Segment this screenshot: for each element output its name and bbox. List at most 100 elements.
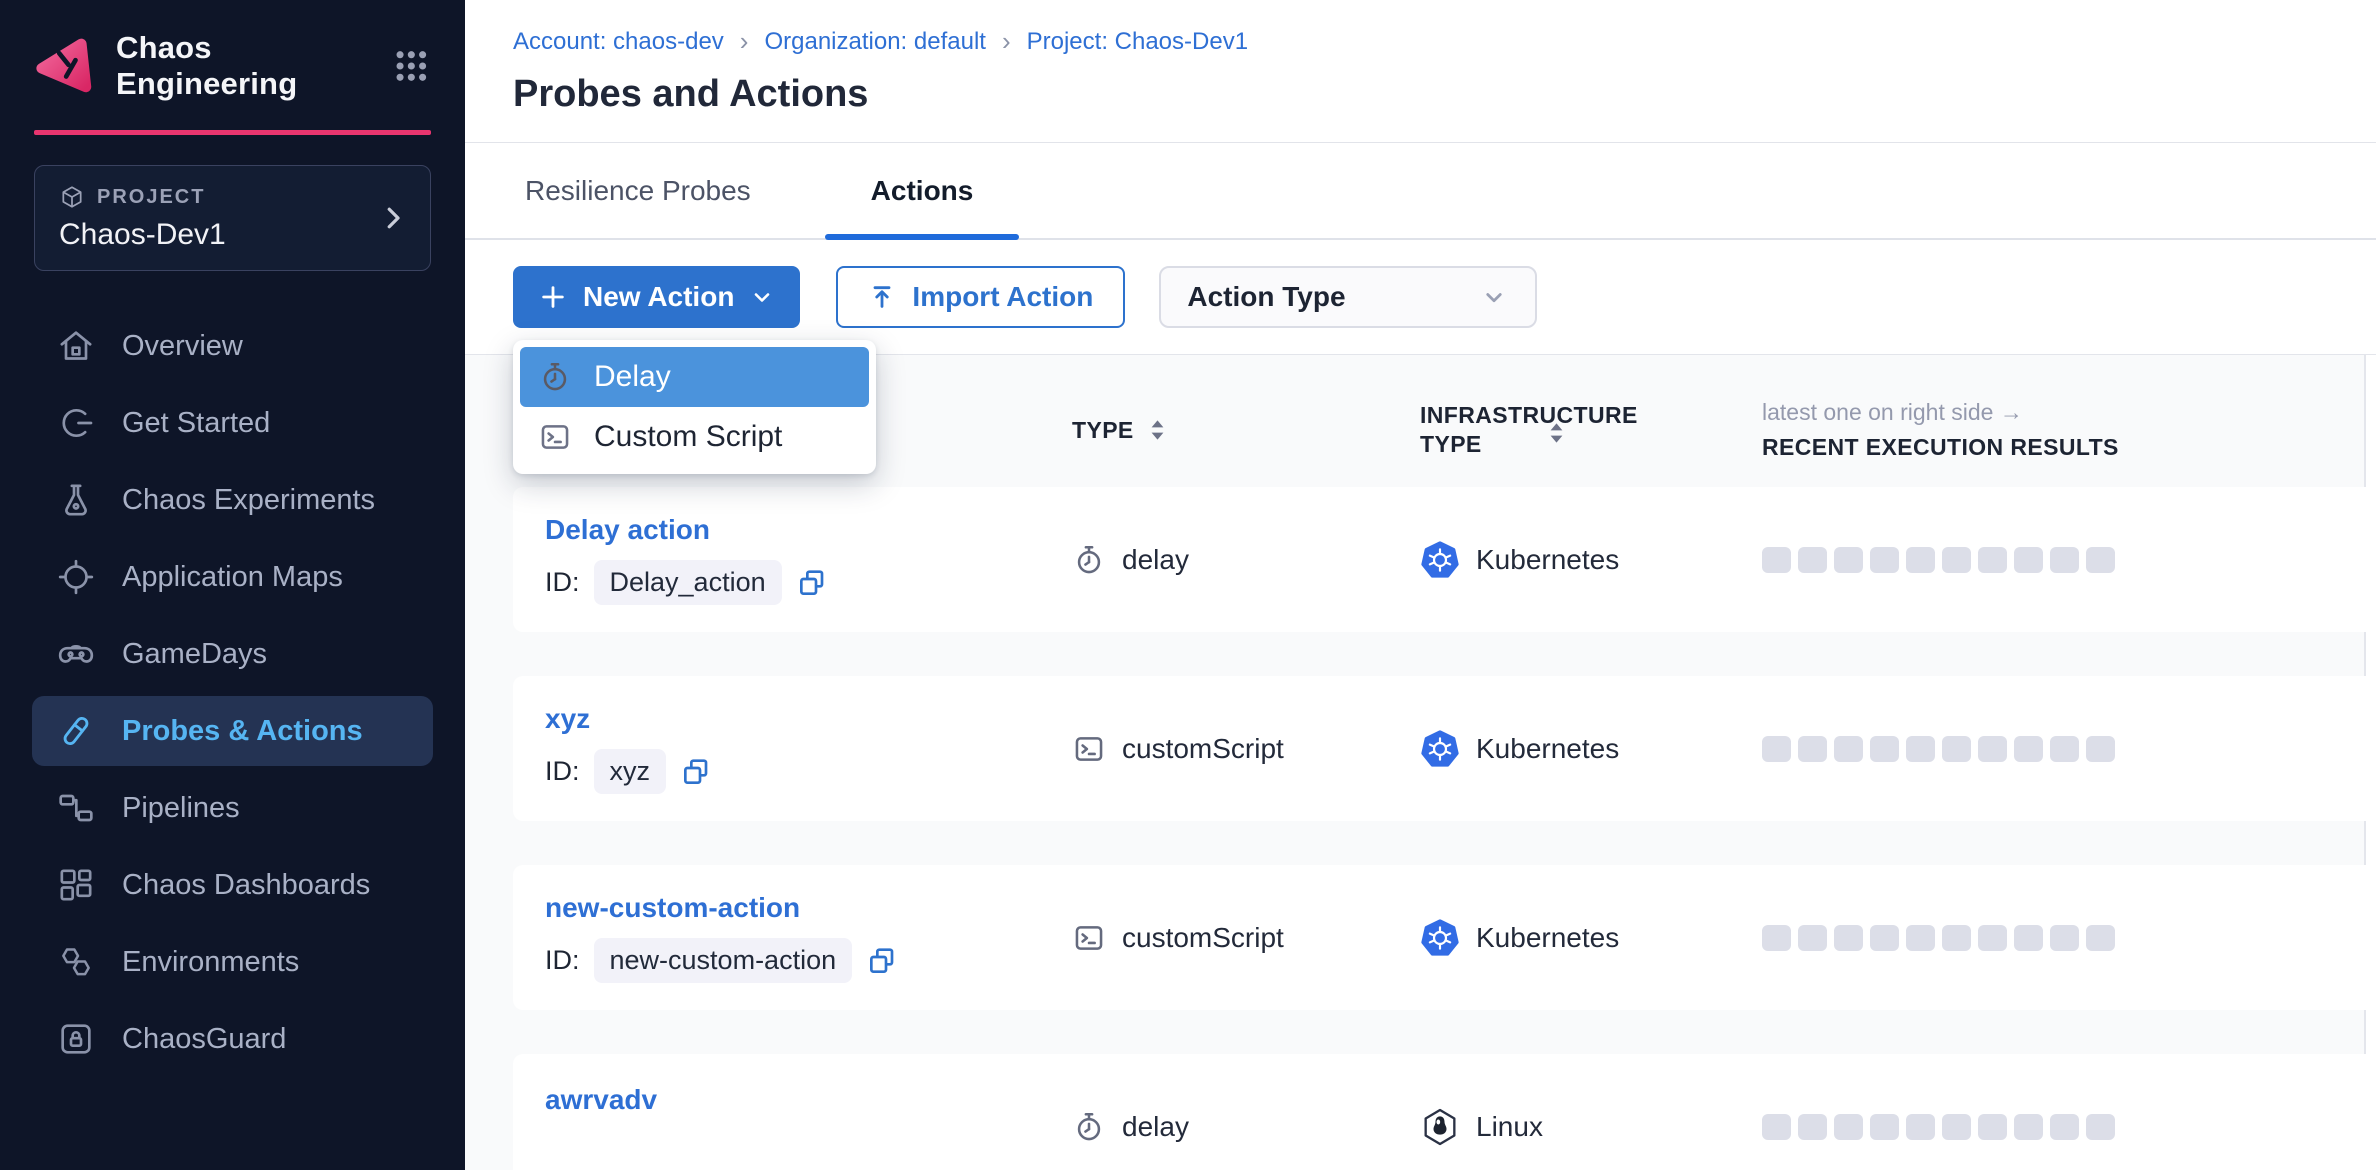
infrastructure-cell: Kubernetes: [1420, 729, 1762, 769]
upload-icon: [868, 283, 896, 311]
copy-icon[interactable]: [796, 567, 828, 599]
action-name-link[interactable]: Delay action: [545, 514, 1072, 546]
stopwatch-icon: [1072, 1110, 1106, 1144]
tab-actions-label: Actions: [871, 175, 974, 207]
sidebar-item-label: Pipelines: [122, 792, 240, 825]
sidebar-item-label: ChaosGuard: [122, 1023, 286, 1056]
table-row: awrvadv delay Linux: [513, 1054, 2376, 1170]
infrastructure-value: Linux: [1476, 1111, 1543, 1143]
menu-item-custom-script[interactable]: Custom Script: [520, 407, 869, 467]
sidebar-item-label: Overview: [122, 330, 243, 363]
action-type-value: customScript: [1122, 922, 1284, 954]
sidebar-item-label: GameDays: [122, 638, 267, 671]
breadcrumb-separator: ›: [740, 26, 749, 57]
terminal-icon: [1072, 732, 1106, 766]
execution-result-placeholder: [1870, 736, 1899, 762]
execution-result-placeholder: [1906, 925, 1935, 951]
actions-table: TYPE INFRASTRUCTURE TYPE latest one on r…: [465, 355, 2376, 1170]
action-type-select[interactable]: Action Type: [1159, 266, 1537, 328]
sidebar-item-overview[interactable]: Overview: [32, 311, 433, 381]
action-type-cell: delay: [1072, 1110, 1420, 1144]
menu-item-label: Delay: [594, 360, 671, 394]
menu-item-delay[interactable]: Delay: [520, 347, 869, 407]
sort-icon[interactable]: [1150, 419, 1165, 441]
breadcrumb-project[interactable]: Project: Chaos-Dev1: [1027, 28, 1248, 56]
column-header-infrastructure-type[interactable]: INFRASTRUCTURE TYPE: [1420, 401, 1762, 459]
infrastructure-value: Kubernetes: [1476, 733, 1619, 765]
execution-result-placeholder: [1870, 1114, 1899, 1140]
execution-result-placeholder: [2050, 547, 2079, 573]
execution-result-placeholder: [2014, 736, 2043, 762]
action-type-cell: customScript: [1072, 732, 1420, 766]
id-label: ID:: [545, 756, 580, 787]
sidebar-item-get-started[interactable]: Get Started: [32, 388, 433, 458]
project-name: Chaos-Dev1: [59, 218, 406, 252]
action-type-value: customScript: [1122, 733, 1284, 765]
copy-icon[interactable]: [680, 756, 712, 788]
flask-icon: [56, 480, 96, 520]
tab-actions[interactable]: Actions: [825, 143, 1020, 238]
get-started-icon: [56, 403, 96, 443]
id-label: ID:: [545, 567, 580, 598]
execution-result-placeholder: [1762, 547, 1791, 573]
project-label: PROJECT: [97, 186, 205, 209]
breadcrumb-organization[interactable]: Organization: default: [764, 28, 985, 56]
stopwatch-icon: [538, 360, 572, 394]
execution-result-placeholder: [1762, 736, 1791, 762]
table-row: Delay action ID: Delay_action delay: [513, 487, 2376, 632]
column-header-infrastructure-label: INFRASTRUCTURE TYPE: [1420, 401, 1635, 459]
execution-result-placeholder: [1834, 736, 1863, 762]
sort-icon[interactable]: [1549, 422, 1564, 444]
column-header-type[interactable]: TYPE: [1072, 417, 1420, 444]
execution-result-placeholder: [1762, 1114, 1791, 1140]
sidebar-item-environments[interactable]: Environments: [32, 927, 433, 997]
sidebar-item-pipelines[interactable]: Pipelines: [32, 773, 433, 843]
terminal-icon: [538, 420, 572, 454]
action-name-link[interactable]: xyz: [545, 703, 1072, 735]
infrastructure-value: Kubernetes: [1476, 922, 1619, 954]
kubernetes-icon: [1420, 918, 1460, 958]
execution-result-placeholder: [2050, 925, 2079, 951]
execution-result-placeholder: [1798, 925, 1827, 951]
copy-icon[interactable]: [866, 945, 898, 977]
test-tube-icon: [56, 711, 96, 751]
actions-toolbar: New Action Import Action Action Type: [465, 240, 2376, 355]
action-id-value: new-custom-action: [594, 938, 853, 983]
action-name-link[interactable]: new-custom-action: [545, 892, 1072, 924]
project-selector[interactable]: PROJECT Chaos-Dev1: [34, 165, 431, 271]
sidebar: Chaos Engineering PROJECT Chaos-Dev1: [0, 0, 465, 1170]
execution-result-placeholder: [2086, 547, 2115, 573]
action-type-value: delay: [1122, 1111, 1189, 1143]
page-title: Probes and Actions: [513, 73, 2376, 142]
module-grid-icon[interactable]: [392, 46, 431, 86]
action-type-value: delay: [1122, 544, 1189, 576]
column-header-type-label: TYPE: [1072, 417, 1134, 444]
new-action-button[interactable]: New Action: [513, 266, 800, 328]
execution-result-placeholder: [2086, 736, 2115, 762]
action-id-value: xyz: [594, 749, 667, 794]
sidebar-item-chaos-dashboards[interactable]: Chaos Dashboards: [32, 850, 433, 920]
execution-result-placeholder: [1834, 1114, 1863, 1140]
import-action-button[interactable]: Import Action: [836, 266, 1125, 328]
sidebar-item-chaos-experiments[interactable]: Chaos Experiments: [32, 465, 433, 535]
id-label: ID:: [545, 945, 580, 976]
cube-icon: [59, 184, 85, 210]
action-name-link[interactable]: awrvadv: [545, 1084, 1072, 1116]
breadcrumb-separator: ›: [1002, 26, 1011, 57]
tab-resilience-probes[interactable]: Resilience Probes: [513, 143, 763, 238]
kubernetes-icon: [1420, 729, 1460, 769]
execution-result-placeholder: [2014, 547, 2043, 573]
column-header-recent-results: latest one on right side → RECENT EXECUT…: [1762, 399, 2376, 461]
breadcrumb-account[interactable]: Account: chaos-dev: [513, 28, 724, 56]
sidebar-item-probes-actions[interactable]: Probes & Actions: [32, 696, 433, 766]
sidebar-item-label: Chaos Dashboards: [122, 869, 370, 902]
crosshair-icon: [56, 557, 96, 597]
execution-result-placeholder: [1906, 1114, 1935, 1140]
sidebar-item-chaosguard[interactable]: ChaosGuard: [32, 1004, 433, 1074]
sidebar-item-application-maps[interactable]: Application Maps: [32, 542, 433, 612]
sidebar-item-label: Get Started: [122, 407, 270, 440]
action-type-cell: customScript: [1072, 921, 1420, 955]
column-header-recent-label: RECENT EXECUTION RESULTS: [1762, 434, 2119, 461]
sidebar-item-gamedays[interactable]: GameDays: [32, 619, 433, 689]
action-type-cell: delay: [1072, 543, 1420, 577]
